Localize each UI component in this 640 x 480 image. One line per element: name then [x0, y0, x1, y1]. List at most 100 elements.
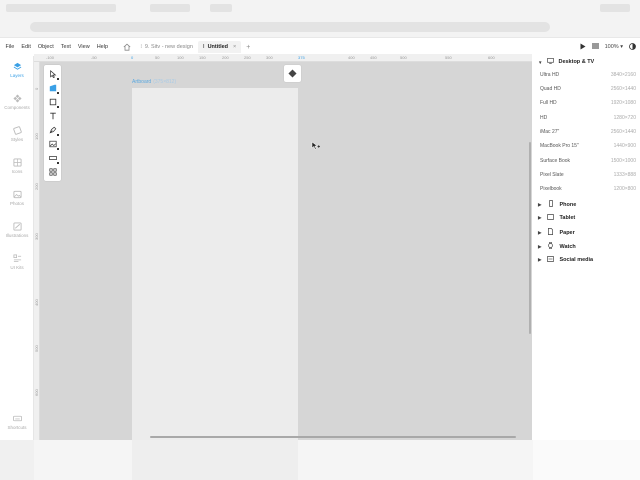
rail-item-illustrations[interactable]: Illustrations — [0, 222, 34, 238]
menubar: File Edit Object Text View Help ⁞ 9. Sit… — [0, 40, 640, 54]
horizontal-scrollbar[interactable] — [150, 436, 516, 438]
menu-view[interactable]: View — [74, 44, 93, 50]
pointer-icon — [49, 69, 56, 78]
caret-right-icon: ▶ — [538, 257, 542, 262]
ruler-tick: 500 — [34, 345, 39, 352]
components-tool[interactable] — [46, 165, 59, 178]
components-button[interactable] — [284, 65, 301, 82]
illustrations-icon — [12, 222, 22, 231]
rail-item-layers[interactable]: Layers — [0, 62, 34, 78]
components-icon — [12, 94, 22, 103]
preset-item[interactable]: HD 1280×720 — [540, 115, 636, 121]
preset-item[interactable]: Surface Book 1500×1000 — [540, 158, 636, 164]
category-label: Phone — [559, 201, 577, 208]
figma-file-icon: ⁞ — [140, 44, 142, 50]
ruler-tick: 200 — [34, 183, 39, 190]
text-tool[interactable] — [46, 109, 59, 122]
play-icon[interactable] — [580, 43, 586, 52]
ruler-tick: 200 — [222, 55, 229, 60]
new-tab-button[interactable]: + — [246, 44, 250, 51]
preset-item[interactable]: Pixel Slate 1333×888 — [540, 172, 636, 178]
rail-item-styles[interactable]: Styles — [0, 126, 34, 142]
ruler-tick: 0 — [131, 55, 134, 60]
preset-size: 3840×2160 — [610, 72, 636, 78]
preset-name: HD — [540, 115, 548, 121]
ruler-tick: 600 — [488, 55, 495, 60]
presets-panel: ▼ Desktop & TV Ultra HD 3840×2160 Quad H… — [533, 54, 640, 440]
tab-untitled[interactable]: ⁞ Untitled × — [197, 41, 242, 53]
preset-item[interactable]: Quad HD 2560×1440 — [540, 86, 636, 92]
menu-file[interactable]: File — [2, 44, 18, 50]
menu-text[interactable]: Text — [57, 44, 74, 50]
social-media-icon — [547, 256, 555, 264]
menu-icon[interactable] — [591, 43, 599, 51]
rail-item-photos[interactable]: Photos — [0, 190, 34, 206]
submenu-indicator — [57, 162, 59, 164]
theme-toggle-icon[interactable] — [629, 42, 636, 52]
rail-item-icons[interactable]: Icons — [0, 158, 34, 174]
caret-right-icon: ▶ — [538, 229, 542, 235]
submenu-indicator — [57, 148, 59, 150]
category-paper[interactable]: ▶ Paper — [538, 228, 575, 237]
rail-item-components[interactable]: Components — [0, 94, 34, 110]
preset-item[interactable]: Full HD 1920×1080 — [540, 100, 636, 106]
zoom-dropdown[interactable]: 100% ▾ — [605, 44, 623, 50]
frame-tool[interactable] — [46, 81, 59, 94]
canvas[interactable]: Artboard (375×812) — [40, 62, 532, 440]
artboard-label[interactable]: Artboard (375×812) — [132, 79, 176, 85]
monitor-icon — [547, 58, 555, 66]
rectangle-tool[interactable] — [46, 95, 59, 108]
rail-item-shortcuts[interactable]: Shortcuts — [0, 414, 34, 430]
section-desktop-tv[interactable]: ▼ Desktop & TV — [538, 58, 594, 66]
ruler-tick: -100 — [46, 55, 55, 60]
ruler-horizontal[interactable]: -100 -50 0 50 100 150 200 250 300 375 40… — [34, 54, 532, 62]
tab-sitv-new-design[interactable]: ⁞ 9. Sitv - new design — [136, 41, 198, 53]
tab-label: 9. Sitv - new design — [144, 44, 193, 50]
home-icon[interactable] — [122, 42, 132, 52]
close-icon[interactable]: × — [233, 44, 236, 50]
text-icon — [49, 112, 56, 119]
pen-icon — [49, 126, 56, 133]
preset-item[interactable]: Ultra HD 3840×2160 — [540, 72, 636, 78]
vertical-scrollbar[interactable] — [529, 142, 531, 334]
paper-icon — [547, 228, 554, 237]
preset-name: Pixel Slate — [540, 172, 564, 178]
input-tool[interactable] — [46, 151, 59, 164]
menu-object[interactable]: Object — [34, 44, 57, 50]
preset-name: Full HD — [540, 100, 557, 106]
ruler-tick: -50 — [91, 55, 97, 60]
ruler-tick: 100 — [177, 55, 184, 60]
category-label: Watch — [559, 243, 576, 250]
category-tablet[interactable]: ▶ Tablet — [538, 214, 575, 222]
category-label: Social media — [559, 257, 594, 263]
ruler-tick: 500 — [400, 55, 407, 60]
category-watch[interactable]: ▶ Watch — [538, 242, 576, 251]
image-tool[interactable] — [46, 137, 59, 150]
pen-tool[interactable] — [46, 123, 59, 136]
preset-item[interactable]: Pixelbook 1200×800 — [540, 186, 636, 192]
bottom-area-blurred — [0, 440, 640, 480]
artboard[interactable] — [132, 88, 298, 440]
submenu-indicator — [57, 78, 59, 80]
rail-item-ui-kits[interactable]: UI Kits — [0, 254, 34, 270]
rail-item-label: Styles — [10, 137, 24, 142]
ruler-tick: 300 — [34, 233, 39, 240]
preset-size: 1440×900 — [613, 143, 636, 149]
menu-edit[interactable]: Edit — [18, 44, 34, 50]
ruler-tick: 100 — [34, 133, 39, 140]
preset-item[interactable]: iMac 27" 2560×1440 — [540, 129, 636, 135]
caret-down-icon: ▼ — [538, 59, 543, 65]
icons-icon — [12, 158, 22, 167]
ruler-tick: 150 — [199, 55, 206, 60]
artboard-name: Artboard — [132, 79, 152, 85]
figma-file-icon: ⁞ — [202, 44, 205, 50]
caret-right-icon: ▶ — [538, 201, 542, 207]
left-rail: Layers Components Styles Icons Photos Il… — [0, 56, 34, 440]
move-tool[interactable] — [46, 67, 59, 80]
ruler-tick: 375 — [298, 55, 305, 60]
category-social-media[interactable]: ▶ Social media — [538, 256, 593, 264]
menu-help[interactable]: Help — [93, 44, 111, 50]
rail-item-label: Layers — [10, 73, 24, 78]
category-phone[interactable]: ▶ Phone — [538, 200, 576, 209]
preset-item[interactable]: MacBook Pro 15" 1440×900 — [540, 143, 636, 149]
